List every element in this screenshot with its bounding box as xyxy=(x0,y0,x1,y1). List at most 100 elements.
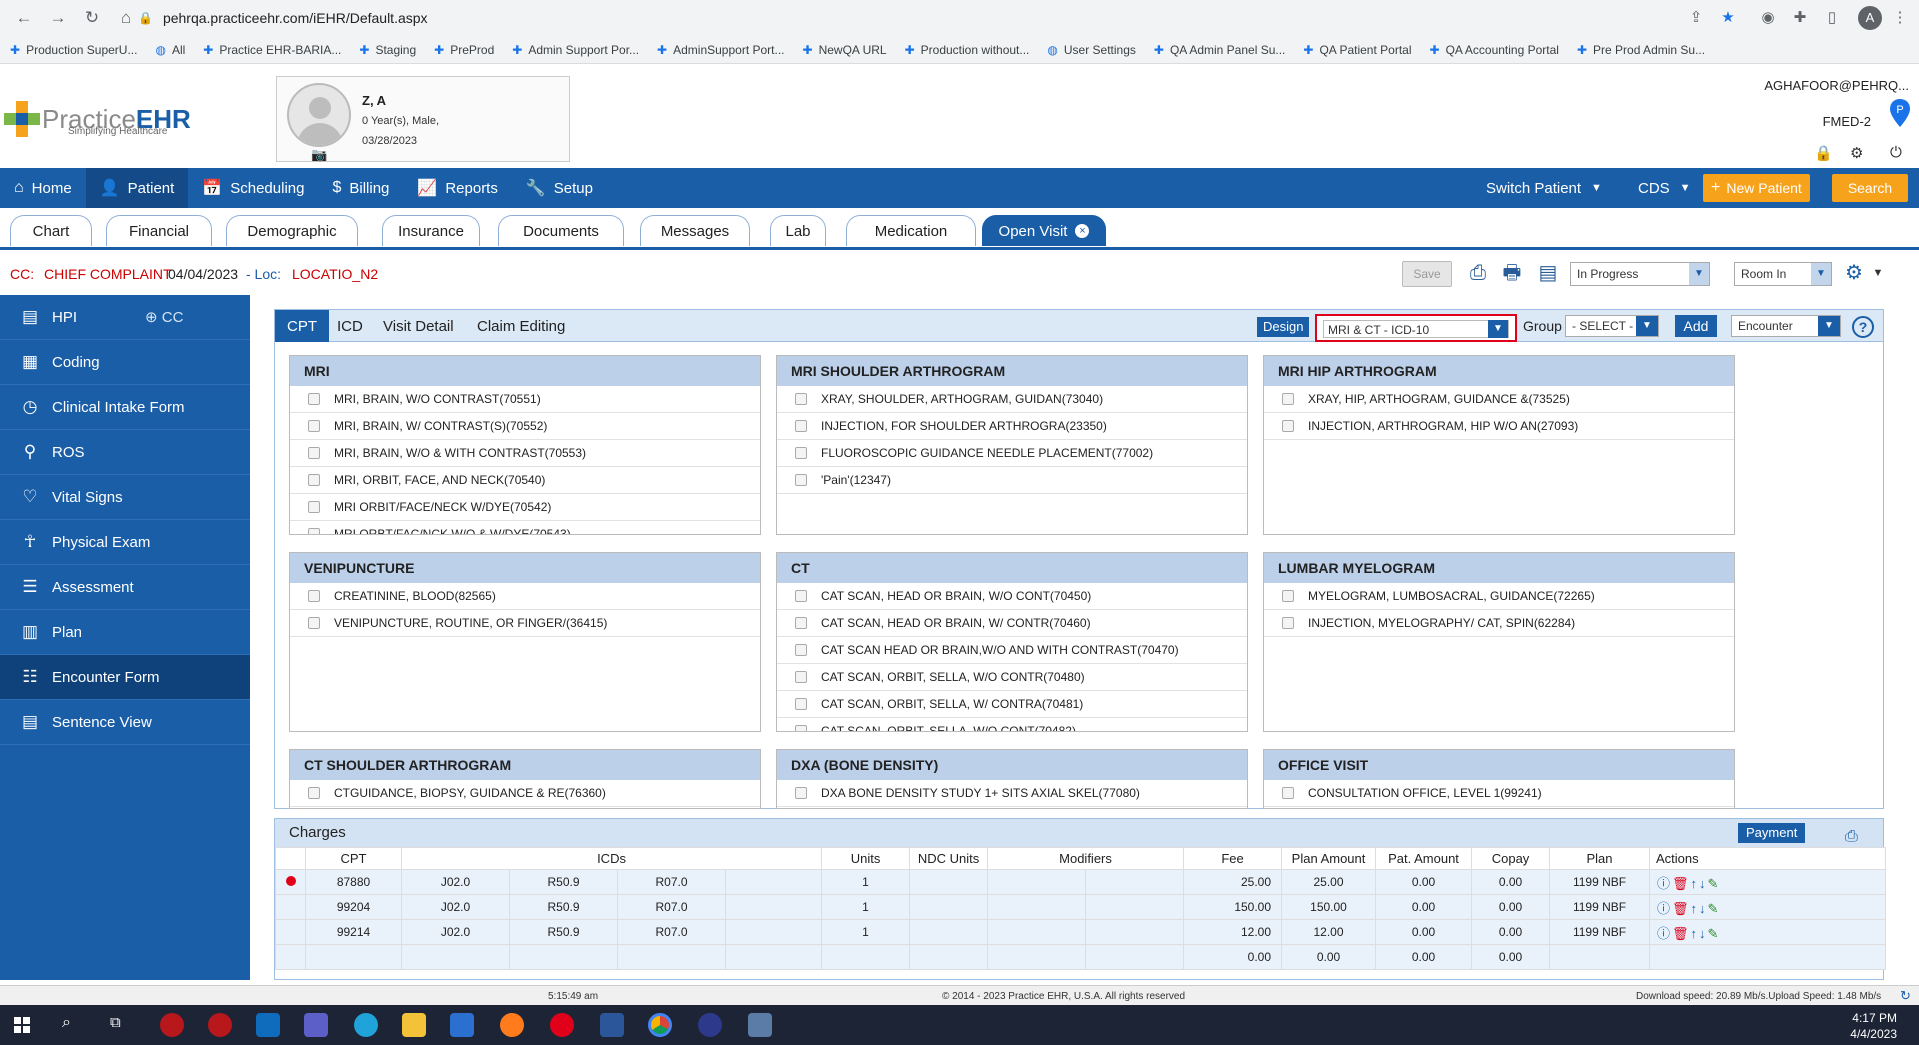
nav-home[interactable]: ⌂ Home xyxy=(0,168,86,208)
tab-open-visit[interactable]: Open Visit × xyxy=(982,215,1106,246)
app-icon-red-2[interactable] xyxy=(208,1013,232,1037)
bookmark-item[interactable]: ◍ User Settings xyxy=(1047,43,1136,57)
chrome-icon[interactable] xyxy=(648,1013,672,1037)
search-button[interactable]: Search xyxy=(1832,174,1908,202)
bookmark-item[interactable]: ◍ All xyxy=(155,43,185,57)
checkbox[interactable] xyxy=(795,617,807,629)
cpt-code[interactable]: 99204 xyxy=(305,894,402,920)
print-list-icon[interactable]: 🖶 xyxy=(1500,261,1524,285)
windows-start-icon[interactable] xyxy=(14,1017,30,1033)
units[interactable]: 1 xyxy=(821,894,911,920)
icd-code[interactable]: J02.0 xyxy=(401,869,510,895)
sidebar-item-sentence-view[interactable]: ▤ Sentence View xyxy=(0,700,250,745)
address-bar[interactable]: 🔒 pehrqa.practiceehr.com/iEHR/Default.as… xyxy=(138,4,1738,32)
location-pin-icon[interactable]: P xyxy=(1889,98,1911,128)
add-cc-button[interactable]: ⊕ CC xyxy=(145,308,183,326)
cpt-item[interactable]: MRI, ORBIT, FACE, AND NECK(70540) xyxy=(290,467,760,494)
checkbox[interactable] xyxy=(1282,393,1294,405)
print-icon[interactable]: ⎙ xyxy=(1466,261,1490,285)
modifier[interactable] xyxy=(1085,919,1185,945)
ndc-units[interactable] xyxy=(909,919,989,945)
sidepanel-icon[interactable]: ▯ xyxy=(1822,8,1842,28)
cpt-item[interactable]: FLUOROSCOPIC GUIDANCE NEEDLE PLACEMENT(7… xyxy=(777,440,1247,467)
gear-icon[interactable]: ⚙ xyxy=(1850,144,1863,162)
cpt-item[interactable]: CONSULTATION OFFICE, LEVEL 1(99241) xyxy=(1264,780,1734,807)
icd-code[interactable]: R07.0 xyxy=(617,919,726,945)
checkbox[interactable] xyxy=(308,447,320,459)
app-icon-blue[interactable] xyxy=(698,1013,722,1037)
delete-icon[interactable]: 🗑 xyxy=(1672,876,1689,892)
sidebar-item-plan[interactable]: ▥ Plan xyxy=(0,610,250,655)
tab-icd[interactable]: ICD xyxy=(325,310,375,342)
cpt-item[interactable]: VENIPUNCTURE, ROUTINE, OR FINGER/(36415) xyxy=(290,610,760,637)
cpt-code[interactable]: 99214 xyxy=(305,919,402,945)
checkbox[interactable] xyxy=(1282,617,1294,629)
cpt-item[interactable]: INJECTION, ARTHROGRAM, HIP W/O AN(27093) xyxy=(1264,413,1734,440)
fee[interactable]: 150.00 xyxy=(1183,894,1283,920)
units[interactable]: 1 xyxy=(821,869,911,895)
cpt-item[interactable]: MYELOGRAM, LUMBOSACRAL, GUIDANCE(72265) xyxy=(1264,583,1734,610)
ndc-units[interactable] xyxy=(909,869,989,895)
group-select[interactable]: - SELECT - ▼ xyxy=(1565,315,1659,337)
move-up-icon[interactable]: ↑ xyxy=(1691,901,1698,916)
payment-button[interactable]: Payment xyxy=(1738,823,1806,843)
edge-icon[interactable] xyxy=(354,1013,378,1037)
icd-code[interactable]: J02.0 xyxy=(401,919,510,945)
move-down-icon[interactable]: ↓ xyxy=(1699,876,1706,891)
app-icon-computer[interactable] xyxy=(748,1013,772,1037)
checkbox[interactable] xyxy=(795,698,807,710)
caret-down-icon[interactable]: ▼ xyxy=(1866,261,1890,285)
units[interactable]: 1 xyxy=(821,919,911,945)
icd-code[interactable] xyxy=(724,919,823,945)
tab-insurance[interactable]: Insurance xyxy=(382,215,480,246)
cpt-item[interactable]: MRI, BRAIN, W/O CONTRAST(70551) xyxy=(290,386,760,413)
cpt-code[interactable]: 87880 xyxy=(305,869,402,895)
bookmark-item[interactable]: ✚ Pre Prod Admin Su... xyxy=(1577,43,1705,57)
help-icon[interactable]: ? xyxy=(1852,316,1874,338)
info-icon[interactable]: ⓘ xyxy=(1657,923,1670,942)
sidebar-item-ros[interactable]: ⚲ ROS xyxy=(0,430,250,475)
edit-icon[interactable]: ✎ xyxy=(1708,901,1719,917)
nav-scheduling[interactable]: 📅 Scheduling xyxy=(188,168,318,208)
new-patient-button[interactable]: + New Patient xyxy=(1703,174,1810,202)
ndc-units[interactable] xyxy=(909,894,989,920)
checkbox[interactable] xyxy=(1282,787,1294,799)
cpt-item[interactable]: MRI ORBIT/FACE/NECK W/DYE(70542) xyxy=(290,494,760,521)
patient-card[interactable]: 📷 Z, A 0 Year(s), Male, 03/28/2023 xyxy=(276,76,570,162)
info-icon[interactable]: ⓘ xyxy=(1657,873,1670,892)
icd-code[interactable]: R50.9 xyxy=(509,869,618,895)
bookmark-item[interactable]: ✚ Staging xyxy=(359,43,416,57)
close-icon[interactable]: × xyxy=(1075,224,1090,238)
extension-icon[interactable]: ◉ xyxy=(1758,8,1778,28)
menu-icon[interactable]: ⋮ xyxy=(1890,8,1910,28)
sidebar-item-physical-exam[interactable]: ☥ Physical Exam xyxy=(0,520,250,565)
checkbox[interactable] xyxy=(308,393,320,405)
tab-lab[interactable]: Lab xyxy=(770,215,826,246)
fee[interactable]: 12.00 xyxy=(1183,919,1283,945)
tab-documents[interactable]: Documents xyxy=(498,215,624,246)
sidebar-item-coding[interactable]: ▦ Coding xyxy=(0,340,250,385)
fee[interactable]: 25.00 xyxy=(1183,869,1283,895)
design-button[interactable]: Design xyxy=(1257,317,1310,337)
switch-patient-dropdown[interactable]: Switch Patient ▼ xyxy=(1486,168,1602,208)
icd-code[interactable] xyxy=(724,894,823,920)
cds-dropdown[interactable]: CDS ▼ xyxy=(1638,168,1691,208)
info-icon[interactable]: ⓘ xyxy=(1657,898,1670,917)
firefox-icon[interactable] xyxy=(500,1013,524,1037)
nav-billing[interactable]: $ Billing xyxy=(318,168,403,208)
tab-visit-detail[interactable]: Visit Detail xyxy=(371,310,466,342)
visit-status-select[interactable]: In Progress ▼ xyxy=(1570,262,1710,286)
cpt-item[interactable]: CREATININE, BLOOD(82565) xyxy=(290,583,760,610)
checkbox[interactable] xyxy=(795,787,807,799)
tab-messages[interactable]: Messages xyxy=(640,215,750,246)
design-select[interactable]: MRI & CT - ICD-10 ▼ xyxy=(1315,314,1517,342)
icd-code[interactable]: R50.9 xyxy=(509,919,618,945)
lock-icon[interactable]: 🔒 xyxy=(1814,144,1833,162)
cpt-item[interactable]: CAT SCAN, HEAD OR BRAIN, W/O CONT(70450) xyxy=(777,583,1247,610)
teams-icon[interactable] xyxy=(304,1013,328,1037)
sidebar-item-clinical-intake-form[interactable]: ◷ Clinical Intake Form xyxy=(0,385,250,430)
store-icon[interactable] xyxy=(450,1013,474,1037)
icd-code[interactable]: J02.0 xyxy=(401,894,510,920)
sidebar-item-encounter-form[interactable]: ☷ Encounter Form xyxy=(0,655,250,700)
sidebar-item-vital-signs[interactable]: ♡ Vital Signs xyxy=(0,475,250,520)
